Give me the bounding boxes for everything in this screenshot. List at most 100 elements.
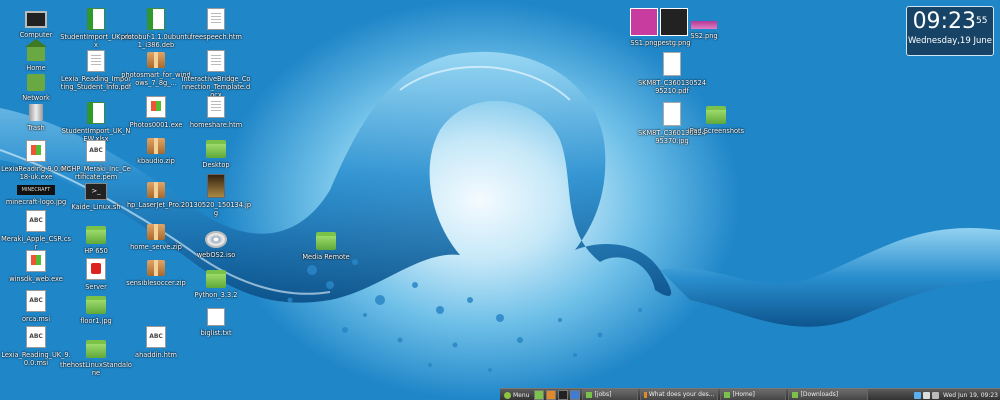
page-icon [663,102,681,126]
desktop-icon-label: ahaddin.htm [135,351,177,359]
desktop-icon[interactable]: SKM8T_C36013052495210.pdf [636,52,708,95]
archive-icon [147,138,165,154]
desktop-icon[interactable]: webOS2.iso [180,228,252,259]
clock-seconds: 55 [975,16,988,26]
archive-icon [147,224,165,240]
browser-launcher-icon[interactable] [546,390,557,400]
desktop-icon[interactable]: iPad Screenshots [680,102,752,135]
menu-button[interactable]: Menu [500,389,533,400]
page-icon [663,52,681,76]
app-launcher-icon[interactable] [570,390,581,400]
windows-exe-icon [146,96,166,118]
photo-icon [207,174,225,198]
taskbar: [jobs] What does your des... [Home] [Downlo… [581,389,869,400]
desktop-icon-label: MCHP_Meraki_Inc_Certificate.pem [61,165,131,181]
taskbar-button-label: [jobs] [594,391,612,398]
desktop-icon-label: freespeech.htm [190,33,242,41]
desktop-icon[interactable]: floor1.jpg [60,292,132,325]
desktop-icon-label: pestg.png [657,39,691,47]
taskbar-button[interactable]: [Home] [720,389,787,400]
spreadsheet-icon [147,8,165,30]
network-icon [27,74,45,91]
desktop-icon[interactable]: 20130520_150134.jpg [180,174,252,217]
desktop-icon[interactable]: Media Remote [290,228,362,261]
desktop-icon-label: SKM8T_C36013052495210.pdf [637,79,707,95]
desktop-icon-label: 20130520_150134.jpg [180,201,252,217]
disc-icon [205,231,227,248]
folder-icon [586,392,593,398]
document-icon [87,50,105,72]
desktop-icon-label: iPad Screenshots [687,127,745,135]
browser-icon [644,392,647,398]
windows-exe-icon [26,140,46,162]
taskbar-button-label: [Downloads] [800,391,839,398]
folder-icon [86,340,106,358]
image-icon: MINECRAFT [17,185,55,195]
spreadsheet-icon [87,102,105,124]
panel-clock[interactable]: Wed Jun 19, 09:23 [943,392,998,399]
update-tray-icon[interactable] [913,391,921,399]
taskbar-button-label: What does your des... [648,391,715,398]
desktop-icon[interactable]: Desktop [180,136,252,169]
desktop-icon-label: Network [22,94,50,102]
text-file-icon: ABC [26,210,46,232]
desktop-icon[interactable]: SS2.png [668,12,740,40]
menu-label: Menu [513,391,530,399]
bottom-panel: Menu [jobs] What does your des... [Home] [D… [500,388,1000,400]
folder-icon [316,232,336,250]
clock-date: Wednesday,19 June [908,36,992,46]
book-icon [207,308,225,326]
pdf-icon [86,258,106,280]
archive-icon [147,182,165,198]
desktop-icon-label: floor1.jpg [80,317,112,325]
html-file-icon [207,8,225,30]
network-tray-icon[interactable] [922,391,930,399]
taskbar-button[interactable]: [jobs] [582,389,639,400]
html-file-icon [207,50,225,72]
folder-icon [86,296,106,314]
desktop-icon-label: thehostLinuxStandalone [60,361,132,377]
terminal-launcher-icon[interactable] [558,390,569,400]
windows-exe-icon [26,250,46,272]
trash-icon [29,104,43,121]
desktop-icon[interactable]: freespeech.htm [180,8,252,41]
desktop-icon-label: biglist.txt [200,329,232,337]
desktop-icon[interactable]: Python_3.3.2 [180,266,252,299]
desktop-icon-label: homeshare.htm [189,121,243,129]
desktop-icon-label: Media Remote [302,253,350,261]
text-file-icon: ABC [26,326,46,348]
folder-icon [792,392,799,398]
folder-icon [724,392,731,398]
desktop-icon-label: webOS2.iso [196,251,236,259]
folder-icon [706,106,726,124]
folder-icon [206,270,226,288]
desktop-icon-label: Desktop [202,161,230,169]
taskbar-button[interactable]: [Downloads] [788,389,869,400]
desktop-icon[interactable]: homeshare.htm [180,96,252,129]
spreadsheet-icon [87,8,105,30]
html-file-icon [207,96,225,118]
pink-strip-image-icon [691,21,717,29]
desktop-icon[interactable]: InteractiveBridge_Connection_Template.do… [180,50,252,99]
system-tray: Wed Jun 19, 09:23 [913,391,1000,399]
taskbar-button-label: [Home] [732,391,755,398]
archive-icon [147,260,165,276]
clock-widget: 09:2355 Wednesday,19 June [906,6,994,56]
home-folder-icon [25,39,47,61]
desktop[interactable]: Computer Home Network Trash LexiaReading-9.0… [0,0,1000,400]
folder-icon [206,140,226,158]
text-file-icon: ABC [146,326,166,348]
taskbar-button[interactable]: What does your des... [640,389,719,400]
desktop-icon-label: Python_3.3.2 [194,291,238,299]
text-file-icon: ABC [86,140,106,162]
terminal-script-icon: >_ [85,183,107,200]
desktop-icon[interactable]: biglist.txt [180,308,252,337]
menu-logo-icon [504,391,511,399]
text-file-icon: ABC [26,290,46,312]
computer-icon [25,11,47,28]
archive-icon [147,52,165,68]
volume-tray-icon[interactable] [931,391,939,399]
show-desktop-icon[interactable] [534,390,545,400]
clock-time: 09:2355 [912,9,988,34]
desktop-icon-label: SS2.png [690,32,718,40]
